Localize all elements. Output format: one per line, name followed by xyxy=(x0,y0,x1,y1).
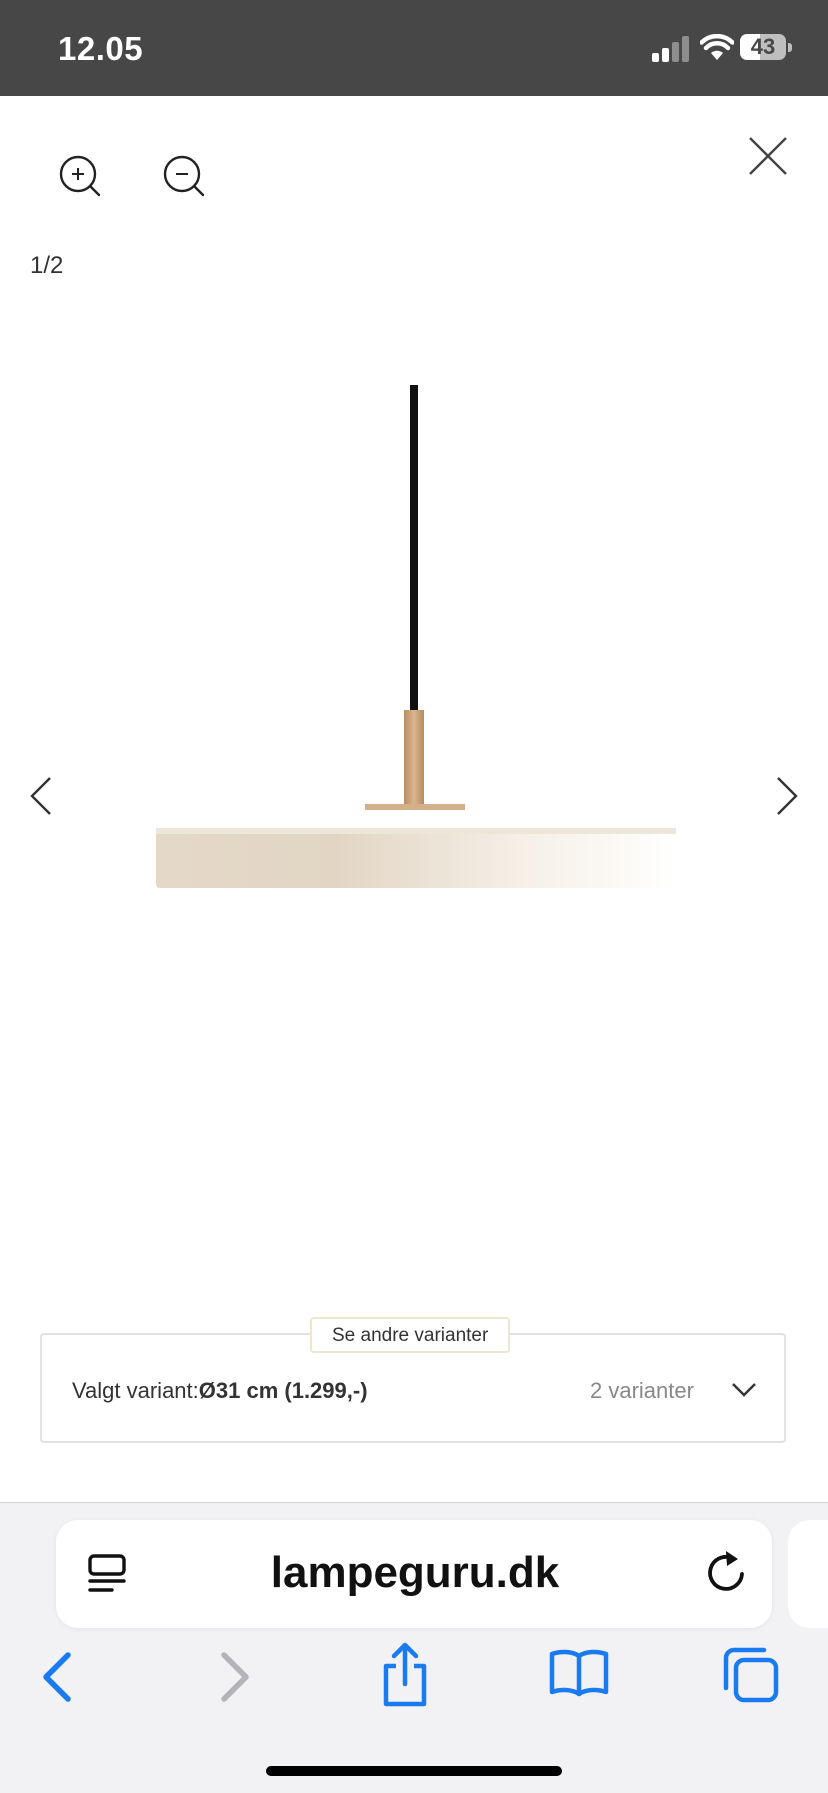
page-menu-icon[interactable] xyxy=(86,1553,128,1595)
product-image xyxy=(156,385,676,888)
variant-count: 2 varianter xyxy=(590,1378,694,1403)
reload-icon[interactable] xyxy=(704,1550,748,1596)
home-indicator xyxy=(266,1766,562,1776)
back-icon[interactable] xyxy=(40,1651,74,1703)
previous-image-icon[interactable] xyxy=(26,774,56,818)
bookmarks-icon[interactable] xyxy=(548,1648,610,1698)
variant-tag: Se andre varianter xyxy=(310,1317,511,1353)
zoom-in-icon[interactable] xyxy=(58,154,104,200)
next-tab-peek[interactable] xyxy=(788,1520,828,1628)
wifi-icon xyxy=(700,34,734,60)
next-image-icon[interactable] xyxy=(772,774,802,818)
status-time: 12.05 xyxy=(58,30,144,67)
url-text[interactable]: lampeguru.dk xyxy=(140,1548,690,1598)
share-icon[interactable] xyxy=(380,1642,430,1708)
selected-variant-value: Ø31 cm (1.299,-) xyxy=(198,1378,368,1403)
tabs-icon[interactable] xyxy=(722,1646,780,1704)
close-icon[interactable] xyxy=(746,134,790,178)
chevron-down-icon[interactable] xyxy=(730,1380,758,1400)
signal-icon xyxy=(652,36,689,62)
image-counter: 1/2 xyxy=(30,252,64,279)
selected-variant-label: Valgt variant: xyxy=(72,1378,199,1403)
selected-variant: Valgt variant:Ø31 cm (1.299,-) xyxy=(72,1378,368,1404)
battery-level: 43 xyxy=(750,34,776,59)
forward-icon[interactable] xyxy=(218,1651,252,1703)
battery-icon: 43 xyxy=(740,34,796,62)
zoom-out-icon[interactable] xyxy=(162,154,208,200)
